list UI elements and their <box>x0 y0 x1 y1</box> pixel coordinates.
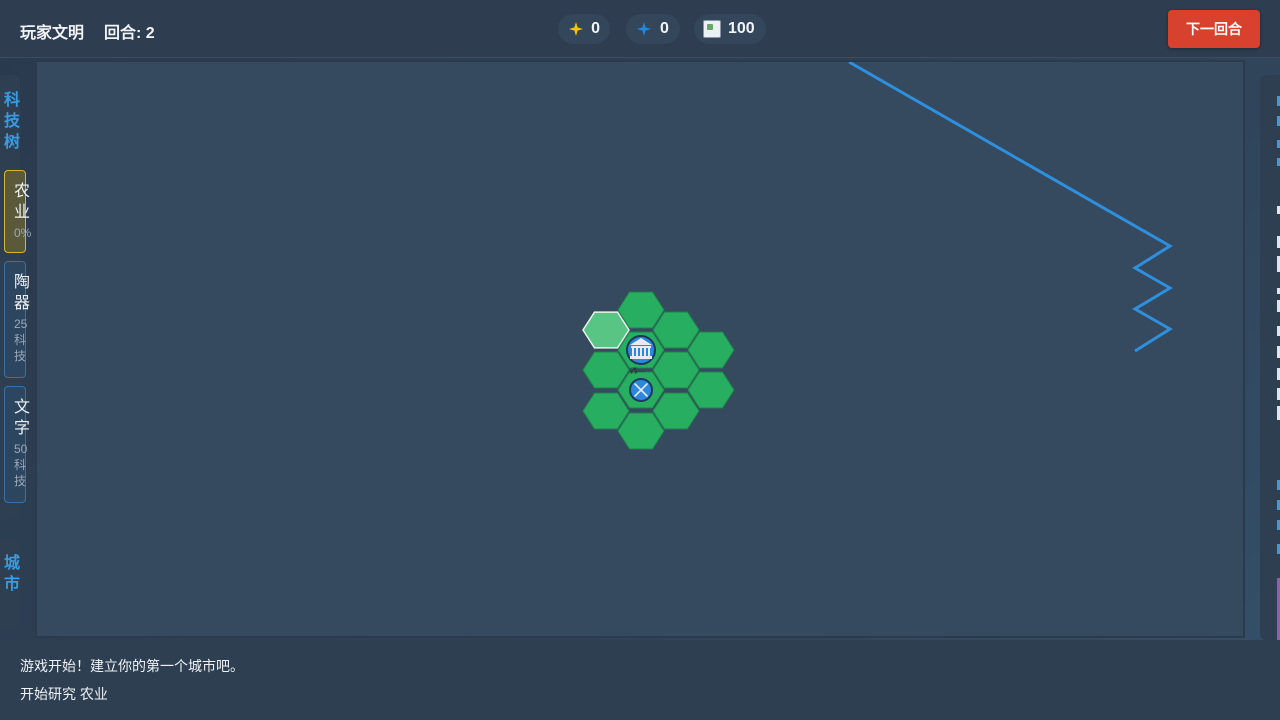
map-canvas[interactable]: ⁂∙∙∙ <box>37 62 1243 636</box>
city-marker[interactable] <box>626 335 656 365</box>
city-panel-title: 城市 <box>4 555 21 593</box>
tech-name: 陶器 <box>14 274 31 312</box>
log-message: 游戏开始！建立你的第一个城市吧。 <box>20 658 244 674</box>
tech-card-writing[interactable]: 文字 50科技 <box>4 386 31 503</box>
top-bar: 玩家文明 回合: 2 0 0 100 下一回合 <box>0 0 1280 58</box>
science-star-icon <box>634 19 654 39</box>
science-resource: 0 <box>626 14 680 44</box>
map-tile[interactable] <box>652 392 700 430</box>
gold-value: 0 <box>591 20 600 37</box>
log-message: 开始研究 农业 <box>20 686 108 702</box>
map-tile[interactable] <box>652 351 700 389</box>
gold-resource: 0 <box>558 14 610 44</box>
map-tile[interactable] <box>687 371 735 409</box>
turn-counter: 回合: 2 <box>104 25 155 42</box>
message-log: 游戏开始！建立你的第一个城市吧。 开始研究 农业 <box>0 640 1280 720</box>
hex-grid <box>582 291 735 450</box>
tech-name: 文字 <box>14 399 31 437</box>
map-tile-selected[interactable] <box>582 311 630 349</box>
tech-name: 农业 <box>14 183 31 221</box>
next-turn-button[interactable]: 下一回合 <box>1168 10 1260 48</box>
map-tile[interactable] <box>652 311 700 349</box>
tech-tree-title: 科技树 <box>4 92 21 151</box>
tech-card-pottery[interactable]: 陶器 25科技 <box>4 261 31 378</box>
food-value: 100 <box>728 20 755 37</box>
movement-path-line <box>848 62 1173 353</box>
broken-image-icon <box>702 19 722 39</box>
map-tile[interactable] <box>687 331 735 369</box>
tech-progress: 0% <box>14 226 32 240</box>
map-tile[interactable] <box>582 351 630 389</box>
gold-star-icon <box>566 19 585 39</box>
map-tile[interactable] <box>582 392 630 430</box>
civilization-name: 玩家文明 <box>20 25 85 42</box>
tech-cost: 50科技 <box>14 442 28 488</box>
tech-card-agriculture[interactable]: 农业 0% <box>4 170 32 253</box>
game-map[interactable]: ⁂∙∙∙ <box>35 60 1245 638</box>
science-value: 0 <box>660 20 669 37</box>
food-resource: 100 <box>694 14 766 44</box>
map-tile[interactable] <box>617 412 665 450</box>
unit-marker[interactable] <box>629 378 653 402</box>
tech-cost: 25科技 <box>14 317 28 363</box>
city-label-glyphs: ⁂∙∙∙ <box>629 366 646 376</box>
